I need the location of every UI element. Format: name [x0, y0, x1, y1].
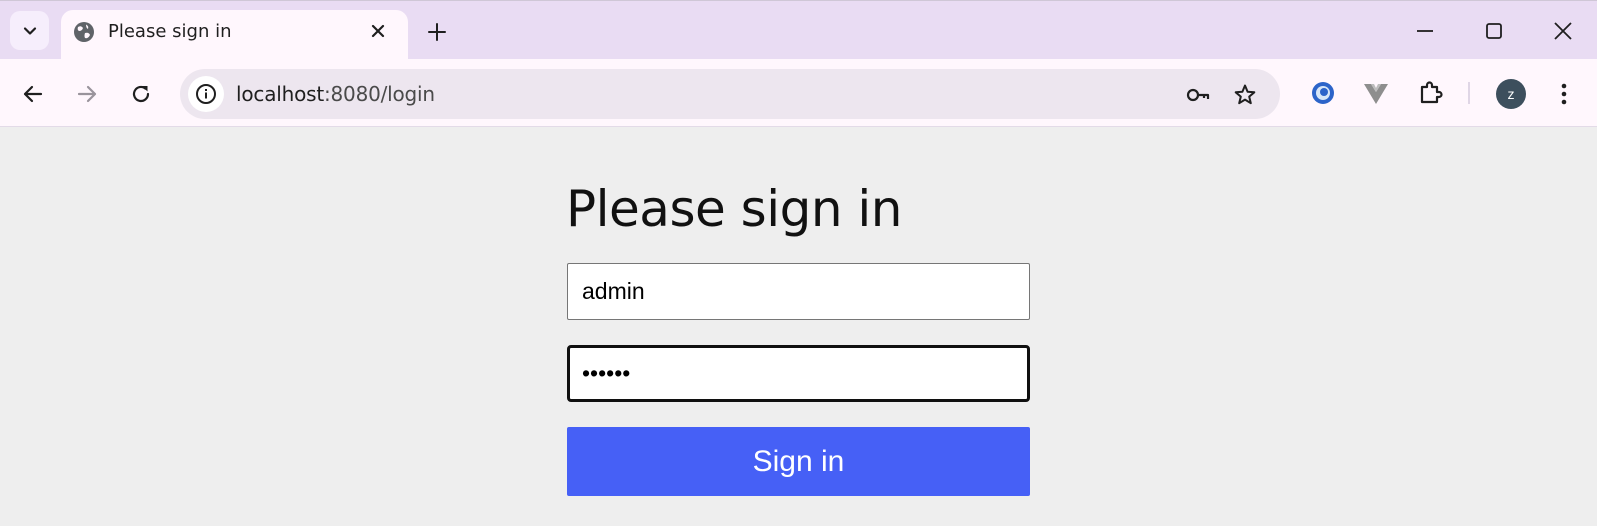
star-icon[interactable] — [1232, 82, 1258, 108]
close-icon[interactable] — [367, 20, 389, 42]
profile-avatar[interactable]: z — [1496, 79, 1526, 109]
active-tab[interactable]: Please sign in — [61, 10, 408, 60]
info-icon — [196, 84, 216, 104]
more-menu-icon[interactable] — [1552, 81, 1576, 107]
username-input[interactable] — [567, 263, 1030, 320]
browser-toolbar: localhost:8080/login — [0, 59, 1597, 127]
maximize-icon[interactable] — [1482, 19, 1506, 43]
extension-blue-icon[interactable] — [1309, 79, 1337, 107]
url-host: localhost — [236, 82, 324, 106]
minimize-icon[interactable] — [1413, 19, 1437, 43]
chevron-down-icon — [23, 26, 36, 35]
toolbar-separator — [1468, 82, 1470, 104]
key-icon[interactable] — [1185, 82, 1211, 108]
vue-devtools-icon[interactable] — [1362, 79, 1390, 107]
url-text: localhost:8080/login — [236, 82, 435, 106]
sign-in-button[interactable]: Sign in — [567, 427, 1030, 496]
globe-icon — [74, 22, 94, 42]
password-input[interactable] — [567, 345, 1030, 402]
url-path: :8080/login — [323, 82, 435, 106]
window-close-icon[interactable] — [1551, 19, 1575, 43]
page-title: Please sign in — [566, 180, 903, 238]
reload-icon[interactable] — [128, 81, 154, 107]
site-info-button[interactable] — [188, 76, 224, 112]
tab-search-button[interactable] — [10, 11, 49, 50]
address-bar[interactable]: localhost:8080/login — [180, 69, 1280, 119]
tab-title: Please sign in — [108, 21, 232, 42]
back-arrow-icon[interactable] — [20, 81, 46, 107]
puzzle-extensions-icon[interactable] — [1417, 79, 1445, 107]
forward-arrow-icon[interactable] — [74, 81, 100, 107]
plus-icon[interactable] — [425, 20, 449, 44]
browser-titlebar: Please sign in — [0, 0, 1597, 60]
